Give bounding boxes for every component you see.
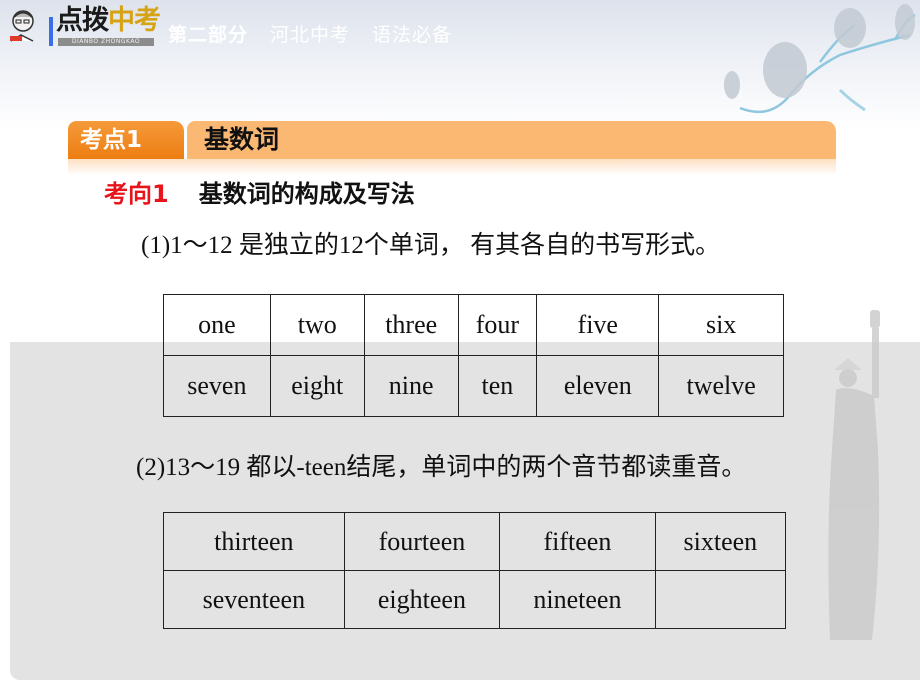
section-bar-reflection [68,159,836,175]
subsection-heading: 考向1 基数词的构成及写法 [104,176,415,212]
section-header-bar: 考点1 基数词 [68,121,836,159]
section-title-background [187,121,836,159]
table-cell: three [363,294,459,356]
table-cell: nine [363,355,459,417]
table-cell: eight [269,355,365,417]
table-cell: seven [163,355,271,417]
table-cell: ten [457,355,538,417]
breadcrumb-topic: 语法必备 [372,24,453,46]
logo-title-black: 点拨 [56,5,109,36]
table-row: seventeen eighteen nineteen [163,570,787,629]
table-cell: fifteen [499,512,656,571]
logo-accent-bar [49,17,53,46]
logo-subtitle: DIANBO ZHONGKAO [58,38,154,46]
table-numbers-13-19: thirteen fourteen fifteen sixteen sevent… [163,512,787,629]
cartoon-teacher-icon [10,10,34,42]
logo-title-gold: 中考 [108,5,161,36]
table-cell: five [536,294,660,356]
breadcrumb-region: 河北中考 [270,24,351,46]
table-cell: eighteen [343,570,501,629]
paragraph-1-12: (1)1～12 是独立的12个单词， 有其各自的书写形式。 [141,232,721,259]
subsection-title: 基数词的构成及写法 [198,180,415,208]
table-cell: two [269,294,365,356]
header-breadcrumb: 第二部分 河北中考 语法必备 [168,20,452,47]
table-numbers-1-12: one two three four five six seven eight … [163,294,784,417]
section-tag: 考点1 [68,121,184,159]
table-cell: fourteen [343,512,501,571]
table-cell: four [457,294,538,356]
table-row: thirteen fourteen fifteen sixteen [163,512,787,571]
table-cell: six [658,294,784,356]
table-row: one two three four five six [163,294,784,356]
breadcrumb-part: 第二部分 [168,24,249,46]
paragraph-13-19: (2)13～19 都以-teen结尾，单词中的两个音节都读重音。 [136,454,747,481]
table-row: seven eight nine ten eleven twelve [163,355,784,417]
table-cell: nineteen [499,570,656,629]
table-cell-empty [654,570,787,629]
table-cell: eleven [536,355,660,417]
table-cell: one [163,294,271,356]
table-cell: thirteen [163,512,345,571]
table-cell: sixteen [654,512,787,571]
logo-title: 点拨中考 [56,5,161,37]
section-title: 基数词 [204,125,280,154]
table-cell: twelve [658,355,784,417]
subsection-tag: 考向1 [104,180,169,208]
table-cell: seventeen [163,570,345,629]
